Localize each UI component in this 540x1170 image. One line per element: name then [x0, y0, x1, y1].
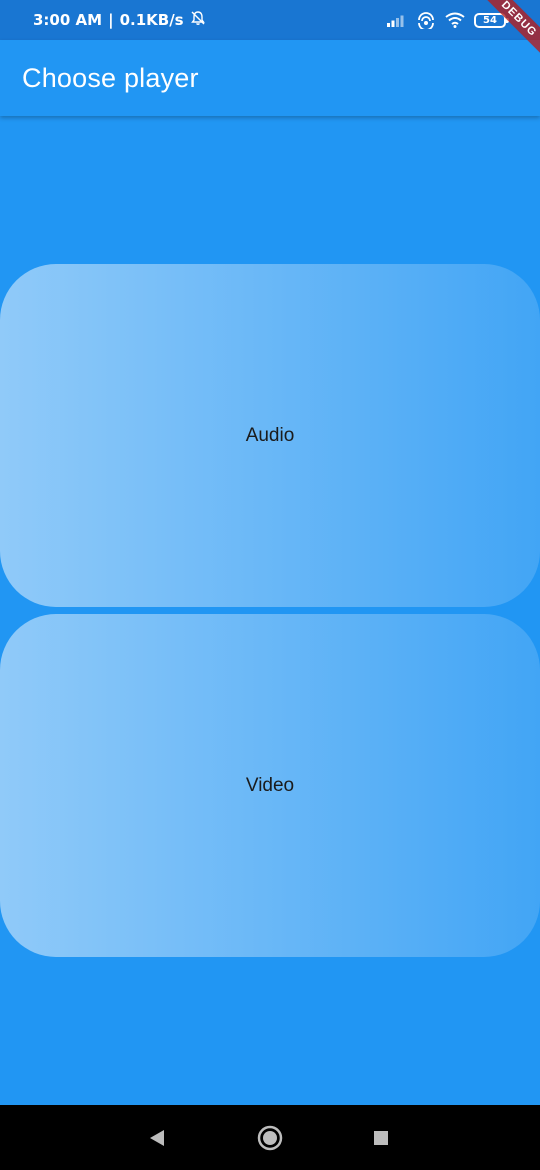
status-network-speed: 0.1KB/s — [119, 11, 184, 29]
player-options[interactable]: Audio Video — [0, 116, 540, 1105]
navigation-bar — [0, 1105, 540, 1170]
status-time: 3:00 AM — [33, 11, 103, 29]
video-option-label: Video — [245, 774, 295, 796]
page-title: Choose player — [22, 62, 199, 93]
bell-off-icon — [190, 10, 206, 30]
status-separator: | — [108, 11, 114, 29]
status-right: 54 — [387, 11, 509, 29]
audio-option-button[interactable]: Audio — [0, 264, 540, 607]
video-option-button[interactable]: Video — [0, 614, 540, 957]
audio-option-label: Audio — [245, 424, 295, 446]
battery-level: 54 — [483, 14, 497, 26]
status-bar: 3:00 AM | 0.1KB/s 54 — [0, 0, 540, 40]
back-icon[interactable] — [133, 1114, 181, 1162]
app-bar: Choose player — [0, 40, 540, 116]
signal-icon — [387, 13, 407, 27]
home-icon[interactable] — [246, 1114, 294, 1162]
recents-icon[interactable] — [357, 1114, 405, 1162]
hotspot-icon — [416, 11, 436, 29]
status-left: 3:00 AM | 0.1KB/s — [33, 10, 206, 30]
wifi-icon — [445, 12, 465, 28]
